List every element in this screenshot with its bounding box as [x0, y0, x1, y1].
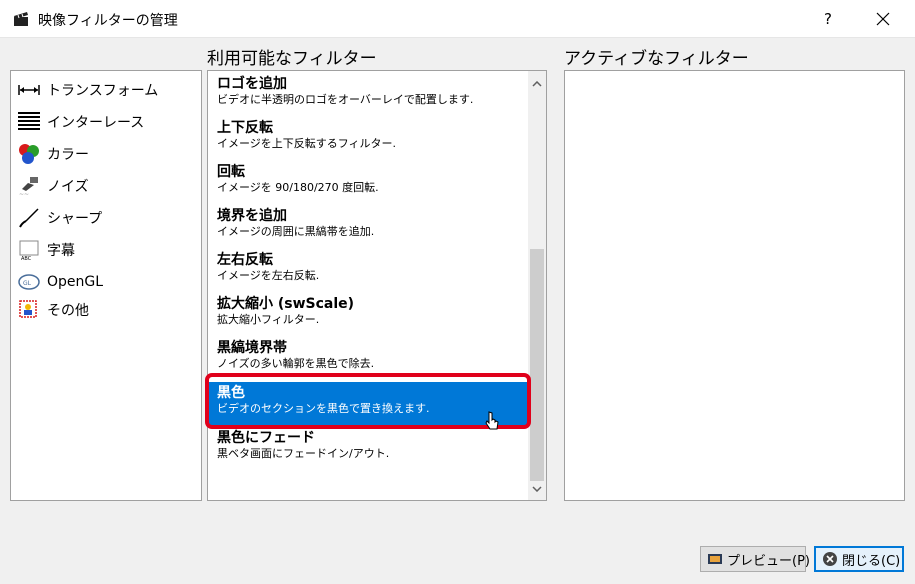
clapperboard-icon: [12, 10, 30, 28]
interlace-icon: [17, 111, 41, 133]
filter-description: ビデオのセクションを黒色で置き換えます.: [217, 402, 430, 415]
close-circle-icon: [822, 550, 838, 568]
filter-title: ロゴを追加: [217, 76, 287, 92]
filter-description: イメージを左右反転.: [217, 269, 320, 282]
filter-title: 左右反転: [217, 252, 273, 268]
misc-icon: [17, 299, 41, 321]
category-item-color[interactable]: カラー: [17, 140, 89, 168]
subtitle-icon: ABC: [17, 239, 41, 261]
filter-title: 境界を追加: [217, 208, 287, 224]
filter-description: イメージの周囲に黒縞帯を追加.: [217, 225, 375, 238]
transform-icon: [17, 79, 41, 101]
category-list[interactable]: トランスフォーム インターレース カラー ~~ ノイズ シャープ ABC 字幕 …: [10, 70, 202, 501]
sharpen-icon: [17, 207, 41, 229]
filter-item-horizontal-flip[interactable]: 左右反転 イメージを左右反転.: [209, 249, 527, 293]
available-filters-header: 利用可能なフィルター: [207, 49, 377, 69]
svg-text:GL: GL: [23, 280, 32, 287]
category-item-opengl[interactable]: GL OpenGL: [17, 268, 103, 296]
filter-description: 拡大縮小フィルター.: [217, 313, 320, 326]
filter-title: 拡大縮小 (swScale): [217, 296, 355, 312]
filter-description: ノイズの多い輪郭を黒色で除去.: [217, 357, 375, 370]
preview-icon: [707, 550, 723, 568]
color-icon: [17, 143, 41, 165]
filter-item-black-border[interactable]: 黒縞境界帯 ノイズの多い輪郭を黒色で除去.: [209, 337, 527, 381]
filter-item-rotate[interactable]: 回転 イメージを 90/180/270 度回転.: [209, 161, 527, 205]
category-label: その他: [47, 303, 89, 319]
filter-title: 黒縞境界帯: [217, 340, 287, 356]
category-item-transform[interactable]: トランスフォーム: [17, 76, 158, 104]
filter-description: ビデオに半透明のロゴをオーバーレイで配置します.: [217, 93, 474, 106]
active-filter-list[interactable]: [564, 70, 905, 501]
close-icon: [876, 12, 890, 26]
preview-button[interactable]: プレビュー(P): [700, 546, 810, 572]
filter-item-add-logo[interactable]: ロゴを追加 ビデオに半透明のロゴをオーバーレイで配置します.: [209, 73, 527, 117]
filter-description: 黒ベタ画面にフェードイン/アウト.: [217, 447, 390, 460]
category-item-noise[interactable]: ~~ ノイズ: [17, 172, 89, 200]
opengl-icon: GL: [17, 271, 41, 293]
svg-text:~~: ~~: [19, 191, 29, 197]
filter-title: 回転: [217, 164, 245, 180]
category-label: インターレース: [47, 115, 145, 131]
filter-list-scrollbar[interactable]: [528, 71, 546, 500]
category-label: シャープ: [47, 211, 103, 227]
filter-description: イメージを上下反転するフィルター.: [217, 137, 397, 150]
chevron-down-icon: [532, 486, 542, 492]
scroll-up-arrow[interactable]: [528, 75, 546, 93]
filter-item-vertical-flip[interactable]: 上下反転 イメージを上下反転するフィルター.: [209, 117, 527, 161]
chevron-up-icon: [532, 81, 542, 87]
filter-title: 黒色にフェード: [217, 430, 315, 446]
available-filter-list[interactable]: ロゴを追加 ビデオに半透明のロゴをオーバーレイで配置します. 上下反転 イメージ…: [207, 70, 547, 501]
filter-title: 上下反転: [217, 120, 273, 136]
svg-text:ABC: ABC: [21, 256, 32, 261]
filter-item-swscale[interactable]: 拡大縮小 (swScale) 拡大縮小フィルター.: [209, 293, 527, 337]
window-close-button[interactable]: [860, 0, 906, 38]
scroll-thumb[interactable]: [530, 249, 544, 481]
filter-title: 黒色: [217, 385, 245, 401]
window-title: 映像フィルターの管理: [38, 13, 178, 29]
category-item-interlace[interactable]: インターレース: [17, 108, 144, 136]
close-button[interactable]: 閉じる(C): [814, 546, 904, 572]
category-label: ノイズ: [47, 179, 89, 195]
close-button-label: 閉じる(C): [842, 553, 901, 569]
category-label: 字幕: [47, 243, 75, 259]
filter-item-add-border[interactable]: 境界を追加 イメージの周囲に黒縞帯を追加.: [209, 205, 527, 249]
mouse-cursor-icon: [484, 410, 500, 436]
noise-icon: ~~: [17, 175, 41, 197]
filter-description: イメージを 90/180/270 度回転.: [217, 181, 379, 194]
category-item-misc[interactable]: その他: [17, 296, 89, 324]
filter-item-black[interactable]: 黒色 ビデオのセクションを黒色で置き換えます.: [209, 382, 527, 426]
filter-item-fade-to-black[interactable]: 黒色にフェード 黒ベタ画面にフェードイン/アウト.: [209, 427, 527, 471]
category-item-subtitle[interactable]: ABC 字幕: [17, 236, 75, 264]
category-label: OpenGL: [47, 274, 104, 290]
active-filters-header: アクティブなフィルター: [564, 49, 749, 69]
title-bar: 映像フィルターの管理 ?: [0, 0, 915, 38]
category-label: カラー: [47, 147, 89, 163]
scroll-down-arrow[interactable]: [528, 480, 546, 498]
preview-button-label: プレビュー(P): [727, 553, 810, 569]
help-button[interactable]: ?: [805, 0, 851, 38]
category-item-sharpen[interactable]: シャープ: [17, 204, 102, 232]
category-label: トランスフォーム: [47, 83, 159, 99]
